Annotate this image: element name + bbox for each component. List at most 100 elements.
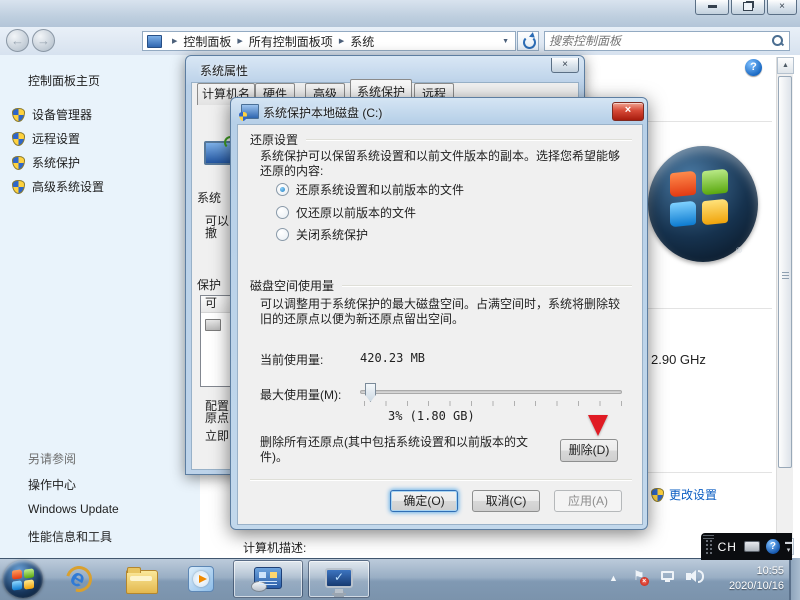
show-desktop-button[interactable]: [789, 558, 800, 600]
minimize-icon: [708, 5, 717, 8]
scrollbar-thumb[interactable]: [778, 76, 792, 468]
system-properties-close-button[interactable]: ×: [551, 58, 579, 73]
disk-usage-header: 磁盘空间使用量: [250, 277, 334, 294]
language-bar-options[interactable]: ▬ ▾: [785, 539, 792, 555]
disk-usage-description: 可以调整用于系统保护的最大磁盘空间。占满空间时，系统将删除较旧的还原点以便为新还…: [260, 297, 628, 327]
sidebar-item-label: 高级系统设置: [32, 178, 104, 195]
ok-button[interactable]: 确定(O): [390, 490, 458, 512]
start-button[interactable]: [3, 560, 43, 598]
sidebar-item-device-manager[interactable]: 设备管理器: [12, 106, 92, 123]
uac-shield-icon: [12, 108, 25, 122]
radio-disable-protection[interactable]: 关闭系统保护: [276, 226, 368, 243]
control-panel-titlebar[interactable]: [0, 0, 800, 28]
network-tray-icon[interactable]: [661, 571, 674, 580]
sidebar-item-performance-tools[interactable]: 性能信息和工具: [28, 528, 112, 545]
sidebar-item-system-protection[interactable]: 系统保护: [12, 154, 80, 171]
breadcrumb[interactable]: ▶ 控制面板 ▶ 所有控制面板项 ▶ 系统 ▼: [142, 31, 516, 51]
delete-description: 删除所有还原点(其中包括系统设置和以前版本的文件)。: [260, 435, 528, 465]
minimize-icon[interactable]: ▬: [785, 539, 792, 546]
system-window-icon: [147, 35, 162, 48]
close-icon: ×: [779, 1, 785, 12]
see-also-header: 另请参阅: [28, 450, 76, 467]
windows-flag-pane: [670, 171, 696, 198]
options-dropdown-icon[interactable]: ▾: [787, 547, 791, 554]
system-protection-dialog: 系统保护本地磁盘 (C:) × 还原设置 系统保护可以保留系统设置和以前文件版本…: [230, 97, 648, 530]
action-center-tray-icon[interactable]: ⚑ ×: [633, 568, 645, 584]
volume-tray-icon[interactable]: [686, 573, 691, 580]
taskbar-button-control-panel[interactable]: [233, 560, 303, 598]
system-properties-title: 系统属性: [200, 62, 248, 79]
breadcrumb-dropdown-icon[interactable]: ▼: [496, 38, 515, 45]
sidebar-item-remote-settings[interactable]: 远程设置: [12, 130, 80, 147]
group-divider: [306, 139, 632, 141]
radio-label: 仅还原以前版本的文件: [296, 204, 416, 221]
drag-grip-icon[interactable]: [705, 539, 712, 555]
sidebar-item-advanced-settings[interactable]: 高级系统设置: [12, 178, 104, 195]
delete-button[interactable]: 删除(D): [560, 439, 618, 462]
tray-expand-button[interactable]: ▲: [609, 573, 618, 583]
change-settings-task[interactable]: 更改设置: [651, 486, 717, 503]
breadcrumb-separator-icon: ▶: [166, 37, 183, 45]
radio-restore-system-and-files[interactable]: 还原系统设置和以前版本的文件: [276, 181, 464, 198]
ime-help-button[interactable]: ?: [766, 539, 780, 554]
radio-selected-icon[interactable]: [276, 183, 289, 196]
windows-flag-pane: [12, 569, 22, 579]
change-settings-link[interactable]: 更改设置: [669, 486, 717, 503]
computer-description-label: 计算机描述:: [243, 539, 306, 556]
help-button[interactable]: ?: [745, 59, 762, 76]
max-usage-slider-thumb[interactable]: [365, 383, 376, 402]
breadcrumb-item-control-panel[interactable]: 控制面板: [183, 33, 231, 50]
search-input[interactable]: [545, 34, 771, 48]
close-icon: ×: [562, 59, 568, 70]
refresh-icon: [523, 36, 536, 49]
clock-date: 2020/10/16: [706, 579, 784, 594]
taskbar-media-player-icon[interactable]: [188, 566, 214, 592]
radio-icon[interactable]: [276, 206, 289, 219]
breadcrumb-separator-icon: ▶: [231, 37, 248, 45]
text-fragment: 撤: [205, 224, 217, 241]
forward-arrow-icon: →: [37, 33, 50, 48]
windows-logo: [648, 146, 758, 262]
back-button[interactable]: ←: [6, 29, 29, 52]
restore-settings-header: 还原设置: [250, 131, 298, 148]
keyboard-icon[interactable]: [744, 541, 760, 552]
slider-value-label: 3% (1.80 GB): [388, 409, 475, 423]
breadcrumb-item-all-items[interactable]: 所有控制面板项: [249, 33, 333, 50]
apply-button[interactable]: 应用(A): [554, 490, 622, 512]
radio-icon[interactable]: [276, 228, 289, 241]
mouse-icon: [251, 581, 267, 592]
max-usage-label: 最大使用量(M):: [260, 386, 341, 403]
close-button[interactable]: ×: [767, 0, 797, 15]
taskbar-internet-explorer-icon[interactable]: e: [66, 566, 92, 592]
search-icon: [771, 34, 785, 48]
refresh-button[interactable]: [517, 31, 539, 51]
minimize-button[interactable]: [695, 0, 729, 15]
scroll-up-button[interactable]: ▲: [777, 57, 794, 74]
taskbar-button-system[interactable]: [308, 560, 370, 598]
computer-icon: [325, 568, 353, 588]
sidebar-item-home[interactable]: 控制面板主页: [28, 72, 100, 89]
close-icon: ×: [642, 578, 646, 585]
dialog-close-button[interactable]: ×: [612, 102, 644, 121]
taskbar-clock[interactable]: 10:55 2020/10/16: [706, 564, 784, 594]
language-bar[interactable]: CH ? ▬ ▾: [701, 533, 792, 560]
sidebar-item-windows-update[interactable]: Windows Update: [28, 502, 119, 516]
forward-button[interactable]: →: [32, 29, 55, 52]
desktop: × ← → ▶ 控制面板 ▶ 所有控制面板项 ▶ 系统 ▼ 控制面板主页 设备管…: [0, 0, 800, 600]
language-indicator[interactable]: CH: [718, 540, 737, 554]
slider-ticks: [364, 401, 622, 406]
cancel-button[interactable]: 取消(C): [472, 490, 540, 512]
restore-button[interactable]: [731, 0, 765, 15]
breadcrumb-item-system[interactable]: 系统: [350, 33, 374, 50]
max-usage-slider-track[interactable]: [360, 390, 622, 394]
text-fragment: 原点: [205, 409, 229, 426]
radio-restore-files-only[interactable]: 仅还原以前版本的文件: [276, 204, 416, 221]
close-icon: ×: [625, 104, 631, 116]
windows-flag-pane: [702, 169, 728, 196]
current-usage-value: 420.23 MB: [360, 351, 425, 365]
taskbar-explorer-icon[interactable]: [126, 570, 158, 594]
scrollbar[interactable]: ▲ ▼: [776, 57, 793, 557]
uac-shield-icon: [651, 488, 664, 502]
tray-expand-icon: ▲: [609, 573, 618, 583]
sidebar-item-action-center[interactable]: 操作中心: [28, 476, 76, 493]
